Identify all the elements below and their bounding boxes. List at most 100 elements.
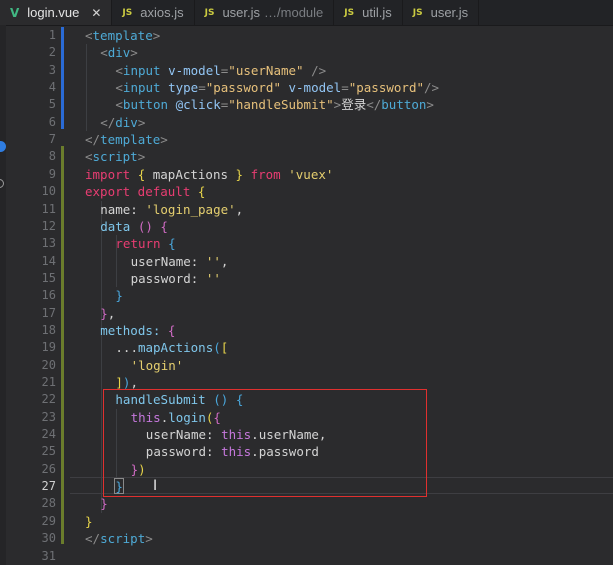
code-line[interactable]: 12 data () { — [0, 218, 613, 235]
code-line[interactable]: 13 return { — [0, 235, 613, 252]
code-line[interactable]: 15 password: '' — [0, 270, 613, 287]
tab-user-js-4[interactable]: JS user.js — [403, 0, 480, 25]
tab-login-vue[interactable]: Vlogin.vue ✕ — [0, 0, 113, 25]
code-text: } — [115, 287, 123, 304]
code-line[interactable]: 24 userName: this.userName, — [0, 426, 613, 443]
code-text: </template> — [85, 131, 168, 148]
line-number: 11 — [41, 201, 56, 216]
line-number: 1 — [48, 28, 56, 42]
code-line[interactable]: 22 handleSubmit () { — [0, 391, 613, 408]
code-line[interactable]: 2 <div> — [0, 44, 613, 61]
code-token: template — [92, 28, 153, 43]
code-token: div — [115, 114, 138, 130]
code-token: button — [122, 97, 176, 113]
line-number: 25 — [41, 444, 56, 459]
code-token: { — [167, 322, 176, 338]
code-editor[interactable]: I 1 <template> 2 <div> 3 <input v-model="user… — [0, 25, 613, 565]
code-line[interactable]: 29} — [0, 513, 613, 530]
code-text: } — [85, 513, 93, 530]
code-token: template — [100, 132, 161, 148]
code-line[interactable]: 3 <input v-model="userName" /> — [0, 62, 613, 79]
code-token: < — [85, 149, 93, 165]
line-number: 31 — [41, 548, 56, 563]
line-number: 12 — [41, 218, 56, 233]
code-text: ]), — [115, 374, 138, 391]
code-line[interactable]: 11 name: 'login_page', — [0, 201, 613, 218]
line-number: 8 — [48, 149, 56, 164]
code-token: export default — [85, 184, 198, 200]
code-text: name: 'login_page', — [100, 201, 243, 218]
code-token: </ — [85, 132, 101, 148]
status-ring-icon[interactable] — [0, 179, 4, 188]
code-token: , — [235, 201, 244, 217]
code-line[interactable]: 21]), — [0, 374, 613, 391]
code-token: > — [160, 132, 168, 148]
tab-user-js-2[interactable]: JS user.js …/module — [195, 0, 335, 25]
code-text: <script> — [85, 148, 145, 165]
code-line[interactable]: 20 'login' — [0, 357, 613, 374]
code-token: password: — [130, 270, 206, 286]
code-token: script — [92, 149, 138, 165]
code-text: password: this.password — [146, 443, 319, 460]
code-line[interactable]: 18 methods: { — [0, 322, 613, 339]
code-line[interactable]: 6 </div> — [0, 114, 613, 131]
code-token: } — [85, 513, 93, 529]
code-line[interactable]: 26}) — [0, 461, 613, 478]
tab-label: login.vue — [27, 5, 80, 20]
code-text: handleSubmit () { — [115, 391, 243, 408]
line-number: 9 — [48, 166, 56, 181]
code-line[interactable]: 31 — [0, 548, 613, 565]
code-token: </ — [366, 97, 382, 113]
code-token: "handleSubmit" — [228, 97, 334, 113]
code-text: this.login({ — [131, 409, 221, 426]
code-token: ) — [138, 461, 146, 477]
code-line[interactable]: 23 this.login({ — [0, 409, 613, 426]
line-number: 23 — [41, 409, 56, 424]
code-line[interactable]: 1 <template> — [0, 27, 613, 44]
code-text: <input v-model="userName" /> — [115, 62, 326, 79]
line-number: 18 — [41, 322, 56, 337]
code-token: mapActions — [137, 340, 214, 356]
code-token: , — [130, 375, 138, 390]
code-text: 'login' — [131, 357, 184, 374]
tab-axios-js-1[interactable]: JS axios.js — [112, 0, 195, 25]
code-token: 'login_page' — [145, 201, 236, 217]
code-token: { — [137, 166, 153, 182]
line-number: 27 — [41, 479, 56, 494]
notification-dot-icon[interactable] — [0, 141, 6, 152]
code-token: < — [115, 62, 123, 78]
code-token: = — [198, 80, 206, 96]
code-line[interactable]: 14 userName: '', — [0, 253, 613, 270]
code-token: userName: — [145, 427, 222, 443]
code-token: < — [85, 28, 93, 43]
code-line[interactable]: 30 </script> — [0, 530, 613, 547]
line-number: 13 — [41, 236, 56, 251]
code-line[interactable]: 17}, — [0, 305, 613, 322]
code-line[interactable]: 27} — [0, 478, 613, 495]
code-line[interactable]: 9 import { mapActions } from 'vuex' — [0, 166, 613, 183]
code-line[interactable]: 7 </template> — [0, 131, 613, 148]
code-line[interactable]: 5 <button @click="handleSubmit">登录</butto… — [0, 96, 613, 113]
code-line[interactable]: 10 export default { — [0, 183, 613, 200]
line-number: 21 — [41, 375, 56, 389]
code-text: <div> — [100, 44, 138, 61]
code-text: methods: { — [100, 322, 175, 339]
line-number: 6 — [48, 114, 56, 129]
code-token: button — [381, 97, 427, 113]
js-file-icon: JS — [122, 7, 133, 18]
code-line[interactable]: 8 <script> — [0, 148, 613, 165]
tab-util-js-3[interactable]: JS util.js — [334, 0, 403, 25]
code-text: return { — [115, 235, 175, 252]
code-token: { — [160, 218, 168, 234]
js-file-icon: JS — [344, 7, 355, 18]
code-line[interactable]: 4 <input type="password" v-model="passwor… — [0, 79, 613, 96]
line-number: 19 — [41, 340, 56, 355]
tab-path-hint: …/module — [264, 5, 324, 20]
code-token: input — [122, 62, 169, 78]
code-line[interactable]: 28} — [0, 495, 613, 512]
code-line[interactable]: 19 ...mapActions([ — [0, 339, 613, 356]
code-line[interactable]: 16} — [0, 287, 613, 304]
line-number: 24 — [41, 427, 56, 442]
close-icon[interactable]: ✕ — [91, 6, 101, 20]
code-line[interactable]: 25 password: this.password — [0, 443, 613, 460]
